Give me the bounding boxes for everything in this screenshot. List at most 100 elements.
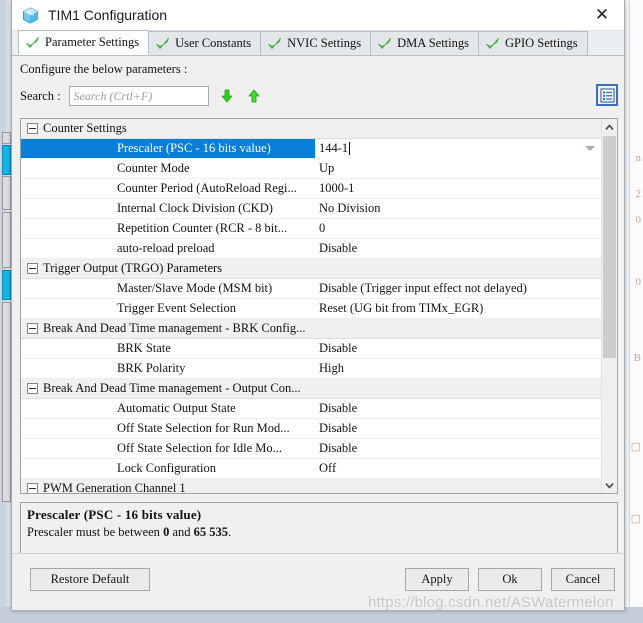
instruction-text: Configure the below parameters : — [20, 62, 188, 76]
background-tab-block-4 — [2, 302, 11, 502]
tab-label: User Constants — [175, 36, 252, 50]
group-header-output-config[interactable]: Break And Dead Time management - Output … — [21, 379, 601, 399]
collapse-icon[interactable] — [27, 383, 38, 394]
tab-label: Parameter Settings — [45, 35, 140, 49]
cube-icon — [22, 6, 39, 24]
green-check-icon — [25, 36, 40, 50]
search-input[interactable] — [68, 86, 209, 106]
scroll-down-icon[interactable] — [602, 477, 617, 493]
table-row[interactable]: Off State Selection for Idle Mo... Disab… — [21, 439, 601, 459]
dialog-body: Configure the below parameters : Search … — [12, 56, 624, 610]
group-header-brk-config[interactable]: Break And Dead Time management - BRK Con… — [21, 319, 601, 339]
green-check-icon — [377, 37, 392, 51]
tab-label: DMA Settings — [397, 36, 469, 50]
scrollbar-thumb[interactable] — [603, 136, 616, 358]
parameter-name: auto-reload preload — [117, 241, 215, 255]
chevron-down-icon[interactable] — [585, 145, 595, 151]
group-label: Counter Settings — [43, 121, 127, 135]
search-row: Search : — [20, 84, 624, 107]
parameter-value: Off — [319, 461, 337, 475]
table-row[interactable]: Internal Clock Division (CKD) No Divisio… — [21, 199, 601, 219]
close-icon[interactable]: ✕ — [580, 0, 624, 30]
parameter-value: Disable — [319, 421, 358, 435]
background-ghost-text-1: n — [635, 152, 642, 164]
parameter-grid-scroll-area: Counter Settings Prescaler (PSC - 16 bit… — [21, 119, 601, 493]
text-cursor — [349, 142, 351, 155]
table-row[interactable]: Counter Period (AutoReload Regi... 1000-… — [21, 179, 601, 199]
table-row[interactable]: auto-reload preload Disable — [21, 239, 601, 259]
table-row[interactable]: Lock Configuration Off — [21, 459, 601, 479]
background-right-panel — [629, 0, 643, 623]
tab-label: NVIC Settings — [287, 36, 362, 50]
description-max-value: 65 535 — [193, 525, 228, 539]
background-tab-block-1 — [2, 132, 11, 144]
parameter-name: Automatic Output State — [117, 401, 236, 415]
group-label: PWM Generation Channel 1 — [43, 481, 186, 493]
parameter-name: Off State Selection for Run Mod... — [117, 421, 290, 435]
parameter-grid: Counter Settings Prescaler (PSC - 16 bit… — [20, 118, 618, 494]
group-header-pwm-generation-channel-1[interactable]: PWM Generation Channel 1 — [21, 479, 601, 493]
group-label: Break And Dead Time management - Output … — [43, 381, 301, 395]
background-tab-block-cyan-2 — [2, 270, 11, 300]
list-view-icon[interactable] — [596, 84, 618, 106]
collapse-icon[interactable] — [27, 263, 38, 274]
parameter-value: Disable (Trigger input effect not delaye… — [319, 281, 527, 295]
table-row[interactable]: Prescaler (PSC - 16 bits value) 144-1 — [21, 138, 601, 159]
background-ghost-text-6: ▢ — [630, 441, 641, 453]
collapse-icon[interactable] — [27, 123, 38, 134]
dialog-titlebar: TIM1 Configuration ✕ — [12, 0, 624, 31]
description-text: Prescaler must be between 0 and 65 535. — [27, 525, 611, 540]
dialog-title: TIM1 Configuration — [48, 7, 168, 23]
search-next-down-icon[interactable] — [218, 87, 236, 105]
tab-user-constants[interactable]: User Constants — [148, 31, 262, 55]
background-tab-block-3 — [2, 212, 11, 268]
dialog-button-bar: Restore Default Apply Ok Cancel — [12, 553, 624, 610]
parameter-value: 0 — [319, 221, 326, 235]
tab-dma-settings[interactable]: DMA Settings — [370, 31, 479, 55]
table-row[interactable]: Trigger Event Selection Reset (UG bit fr… — [21, 299, 601, 319]
background-ghost-text-5: B — [633, 352, 641, 364]
collapse-icon[interactable] — [27, 483, 38, 493]
cancel-button[interactable]: Cancel — [551, 568, 615, 591]
tab-nvic-settings[interactable]: NVIC Settings — [260, 31, 372, 55]
prescaler-value-editor[interactable]: 144-1 — [315, 138, 601, 159]
scroll-up-icon[interactable] — [602, 119, 617, 135]
background-ghost-text-4: 0 — [635, 276, 642, 288]
restore-default-button[interactable]: Restore Default — [30, 568, 150, 591]
table-row[interactable]: Master/Slave Mode (MSM bit) Disable (Tri… — [21, 279, 601, 299]
background-ghost-text-2: 2 — [635, 188, 642, 200]
vertical-scrollbar[interactable] — [601, 119, 617, 493]
parameter-name: Off State Selection for Idle Mo... — [117, 441, 283, 455]
prescaler-value-text: 144-1 — [319, 141, 349, 155]
background-ghost-text-7: ▢ — [630, 513, 641, 525]
table-row[interactable]: Automatic Output State Disable — [21, 399, 601, 419]
parameter-value: Up — [319, 161, 335, 175]
tab-label: GPIO Settings — [504, 36, 578, 50]
group-label: Break And Dead Time management - BRK Con… — [43, 321, 306, 335]
green-check-icon — [155, 37, 170, 51]
tab-gpio-settings[interactable]: GPIO Settings — [477, 31, 588, 55]
background-tab-block-2 — [2, 176, 11, 210]
parameter-value: Disable — [319, 401, 358, 415]
group-label: Trigger Output (TRGO) Parameters — [43, 261, 223, 275]
parameter-value: High — [319, 361, 344, 375]
parameter-value: Reset (UG bit from TIMx_EGR) — [319, 301, 484, 315]
table-row[interactable]: Off State Selection for Run Mod... Disab… — [21, 419, 601, 439]
ok-button[interactable]: Ok — [478, 568, 542, 591]
table-row[interactable]: BRK State Disable — [21, 339, 601, 359]
tim1-configuration-dialog: TIM1 Configuration ✕ Parameter Settings — [11, 0, 625, 610]
table-row[interactable]: Repetition Counter (RCR - 8 bit... 0 — [21, 219, 601, 239]
apply-button[interactable]: Apply — [405, 568, 469, 591]
screenshot-root: n 2 0 0 B ▢ ▢ TIM1 Configuration ✕ Param… — [0, 0, 643, 623]
table-row[interactable]: BRK Polarity High — [21, 359, 601, 379]
tab-parameter-settings[interactable]: Parameter Settings — [18, 30, 150, 55]
parameter-name: Prescaler (PSC - 16 bits value) — [117, 141, 271, 155]
table-row[interactable]: Counter Mode Up — [21, 159, 601, 179]
group-header-trigger-output[interactable]: Trigger Output (TRGO) Parameters — [21, 259, 601, 279]
tab-bar: Parameter Settings User Constants NVIC S… — [12, 30, 624, 56]
green-check-icon — [267, 37, 282, 51]
group-header-counter-settings[interactable]: Counter Settings — [21, 119, 601, 139]
search-prev-up-icon[interactable] — [245, 87, 263, 105]
background-ghost-text-3: 0 — [635, 214, 642, 226]
collapse-icon[interactable] — [27, 323, 38, 334]
